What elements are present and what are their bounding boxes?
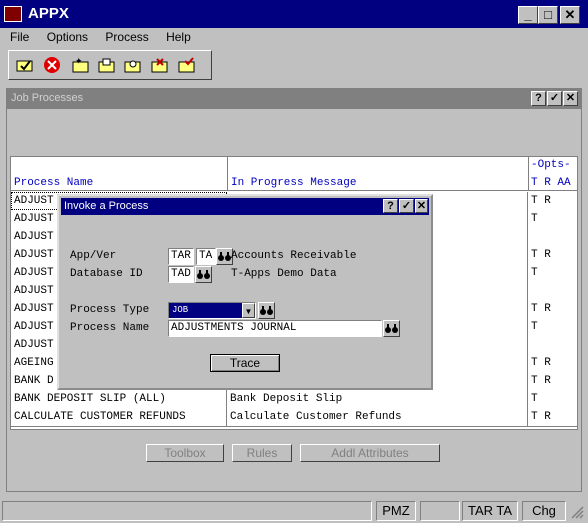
close-button[interactable]: ✕	[560, 6, 580, 24]
app-ver-label: App/Ver	[70, 250, 117, 262]
chevron-down-icon[interactable]: ▼	[242, 303, 255, 318]
col-opts: -Opts-	[531, 159, 571, 171]
process-name-field[interactable]: ADJUSTMENTS JOURNAL	[168, 320, 382, 337]
menu-help[interactable]: Help	[166, 30, 191, 44]
job-window-title: Job Processes	[11, 92, 84, 104]
check-icon[interactable]: ✓	[547, 91, 562, 106]
col-process-name: Process Name	[14, 177, 94, 189]
opts-cell[interactable]: T R	[528, 408, 577, 426]
appx-logo-icon	[4, 6, 22, 22]
col-message: In Progress Message	[231, 177, 357, 189]
db-binoculars-icon[interactable]	[195, 266, 212, 283]
database-description: T-Apps Demo Data	[231, 268, 337, 280]
table-row[interactable]: CALCULATE CUSTOMER REFUNDS Calculate Cust…	[11, 408, 577, 427]
check-folder-icon[interactable]	[13, 53, 37, 77]
status-message	[2, 501, 372, 521]
grid-header: Process Name In Progress Message -Opts- …	[11, 157, 577, 191]
ver-field[interactable]: TA	[196, 248, 216, 265]
ptype-binoculars-icon[interactable]	[258, 302, 275, 319]
process-type-select[interactable]: JOB ▼	[168, 302, 256, 319]
dialog-title: Invoke a Process	[64, 200, 149, 212]
addl-attributes-button[interactable]: Addl Attributes	[300, 444, 440, 462]
opts-cell[interactable]: T R	[528, 372, 577, 390]
col-opts-sub: T R AA	[531, 177, 571, 189]
app-title-bar[interactable]: APPX _ □ ✕	[0, 0, 588, 28]
rules-button[interactable]: Rules	[232, 444, 292, 462]
job-window-title-bar[interactable]: Job Processes ? ✓ ✕	[7, 89, 581, 109]
opts-cell[interactable]: T	[528, 390, 577, 408]
message-cell[interactable]: Calculate Customer Refunds	[227, 408, 528, 426]
opts-cell[interactable]: T	[528, 264, 577, 282]
opts-cell[interactable]	[528, 228, 577, 246]
pname-binoculars-icon[interactable]	[383, 320, 400, 337]
status-bar: PMZ TAR TA Chg	[0, 499, 588, 523]
dialog-check-icon[interactable]: ✓	[399, 199, 414, 213]
database-id-field[interactable]: TAD	[168, 266, 194, 283]
maximize-button[interactable]: □	[538, 6, 558, 24]
opts-cell[interactable]	[528, 336, 577, 354]
status-blank	[420, 501, 460, 521]
table-row[interactable]: BANK DEPOSIT SLIP (ALL) Bank Deposit Slip…	[11, 390, 577, 409]
opts-cell[interactable]: T R	[528, 300, 577, 318]
opts-cell[interactable]: T R	[528, 246, 577, 264]
process-name-cell[interactable]: CALCULATE CUSTOMER REFUNDS	[11, 408, 227, 426]
menu-process[interactable]: Process	[105, 30, 148, 44]
invoke-process-dialog: Invoke a Process ? ✓ ✕ App/Ver TAR TA Ac…	[57, 194, 433, 390]
toolbox-button[interactable]: Toolbox	[146, 444, 224, 462]
process-type-value: JOB	[172, 305, 189, 315]
app-title: APPX	[28, 5, 69, 22]
help-icon[interactable]: ?	[531, 91, 546, 106]
stop-icon[interactable]	[40, 53, 64, 77]
opts-cell[interactable]: T	[528, 210, 577, 228]
folder-open-icon[interactable]	[95, 53, 119, 77]
opts-cell[interactable]	[528, 282, 577, 300]
status-app-ver: TAR TA	[462, 501, 518, 521]
menu-options[interactable]: Options	[47, 30, 88, 44]
database-id-label: Database ID	[70, 268, 143, 280]
close-icon[interactable]: ✕	[563, 91, 578, 106]
message-cell[interactable]: Bank Deposit Slip	[227, 390, 528, 408]
status-pmz: PMZ	[376, 501, 416, 521]
opts-cell[interactable]: T	[528, 318, 577, 336]
folder-star-icon[interactable]: ✦	[69, 53, 93, 77]
minimize-button[interactable]: _	[518, 6, 538, 24]
opts-cell[interactable]: T R	[528, 354, 577, 372]
folder-delete-icon[interactable]	[148, 53, 172, 77]
process-name-cell[interactable]: BANK DEPOSIT SLIP (ALL)	[11, 390, 227, 408]
toolbar: ✦	[8, 50, 212, 80]
folder-search-icon[interactable]	[121, 53, 145, 77]
dialog-title-bar[interactable]: Invoke a Process ? ✓ ✕	[61, 198, 429, 215]
app-description: Accounts Receivable	[231, 250, 357, 262]
svg-text:✦: ✦	[75, 57, 83, 66]
dialog-close-icon[interactable]: ✕	[415, 199, 428, 213]
trace-button[interactable]: Trace	[210, 354, 280, 372]
menu-bar: File Options Process Help	[10, 30, 205, 46]
opts-cell[interactable]: T R	[528, 192, 577, 210]
app-field[interactable]: TAR	[168, 248, 194, 265]
process-name-label: Process Name	[70, 322, 150, 334]
resize-grip-icon[interactable]	[570, 505, 584, 519]
menu-file[interactable]: File	[10, 30, 29, 44]
status-mode: Chg	[522, 501, 566, 521]
process-type-label: Process Type	[70, 304, 150, 316]
folder-check-icon[interactable]	[175, 53, 199, 77]
dialog-help-icon[interactable]: ?	[383, 199, 398, 213]
